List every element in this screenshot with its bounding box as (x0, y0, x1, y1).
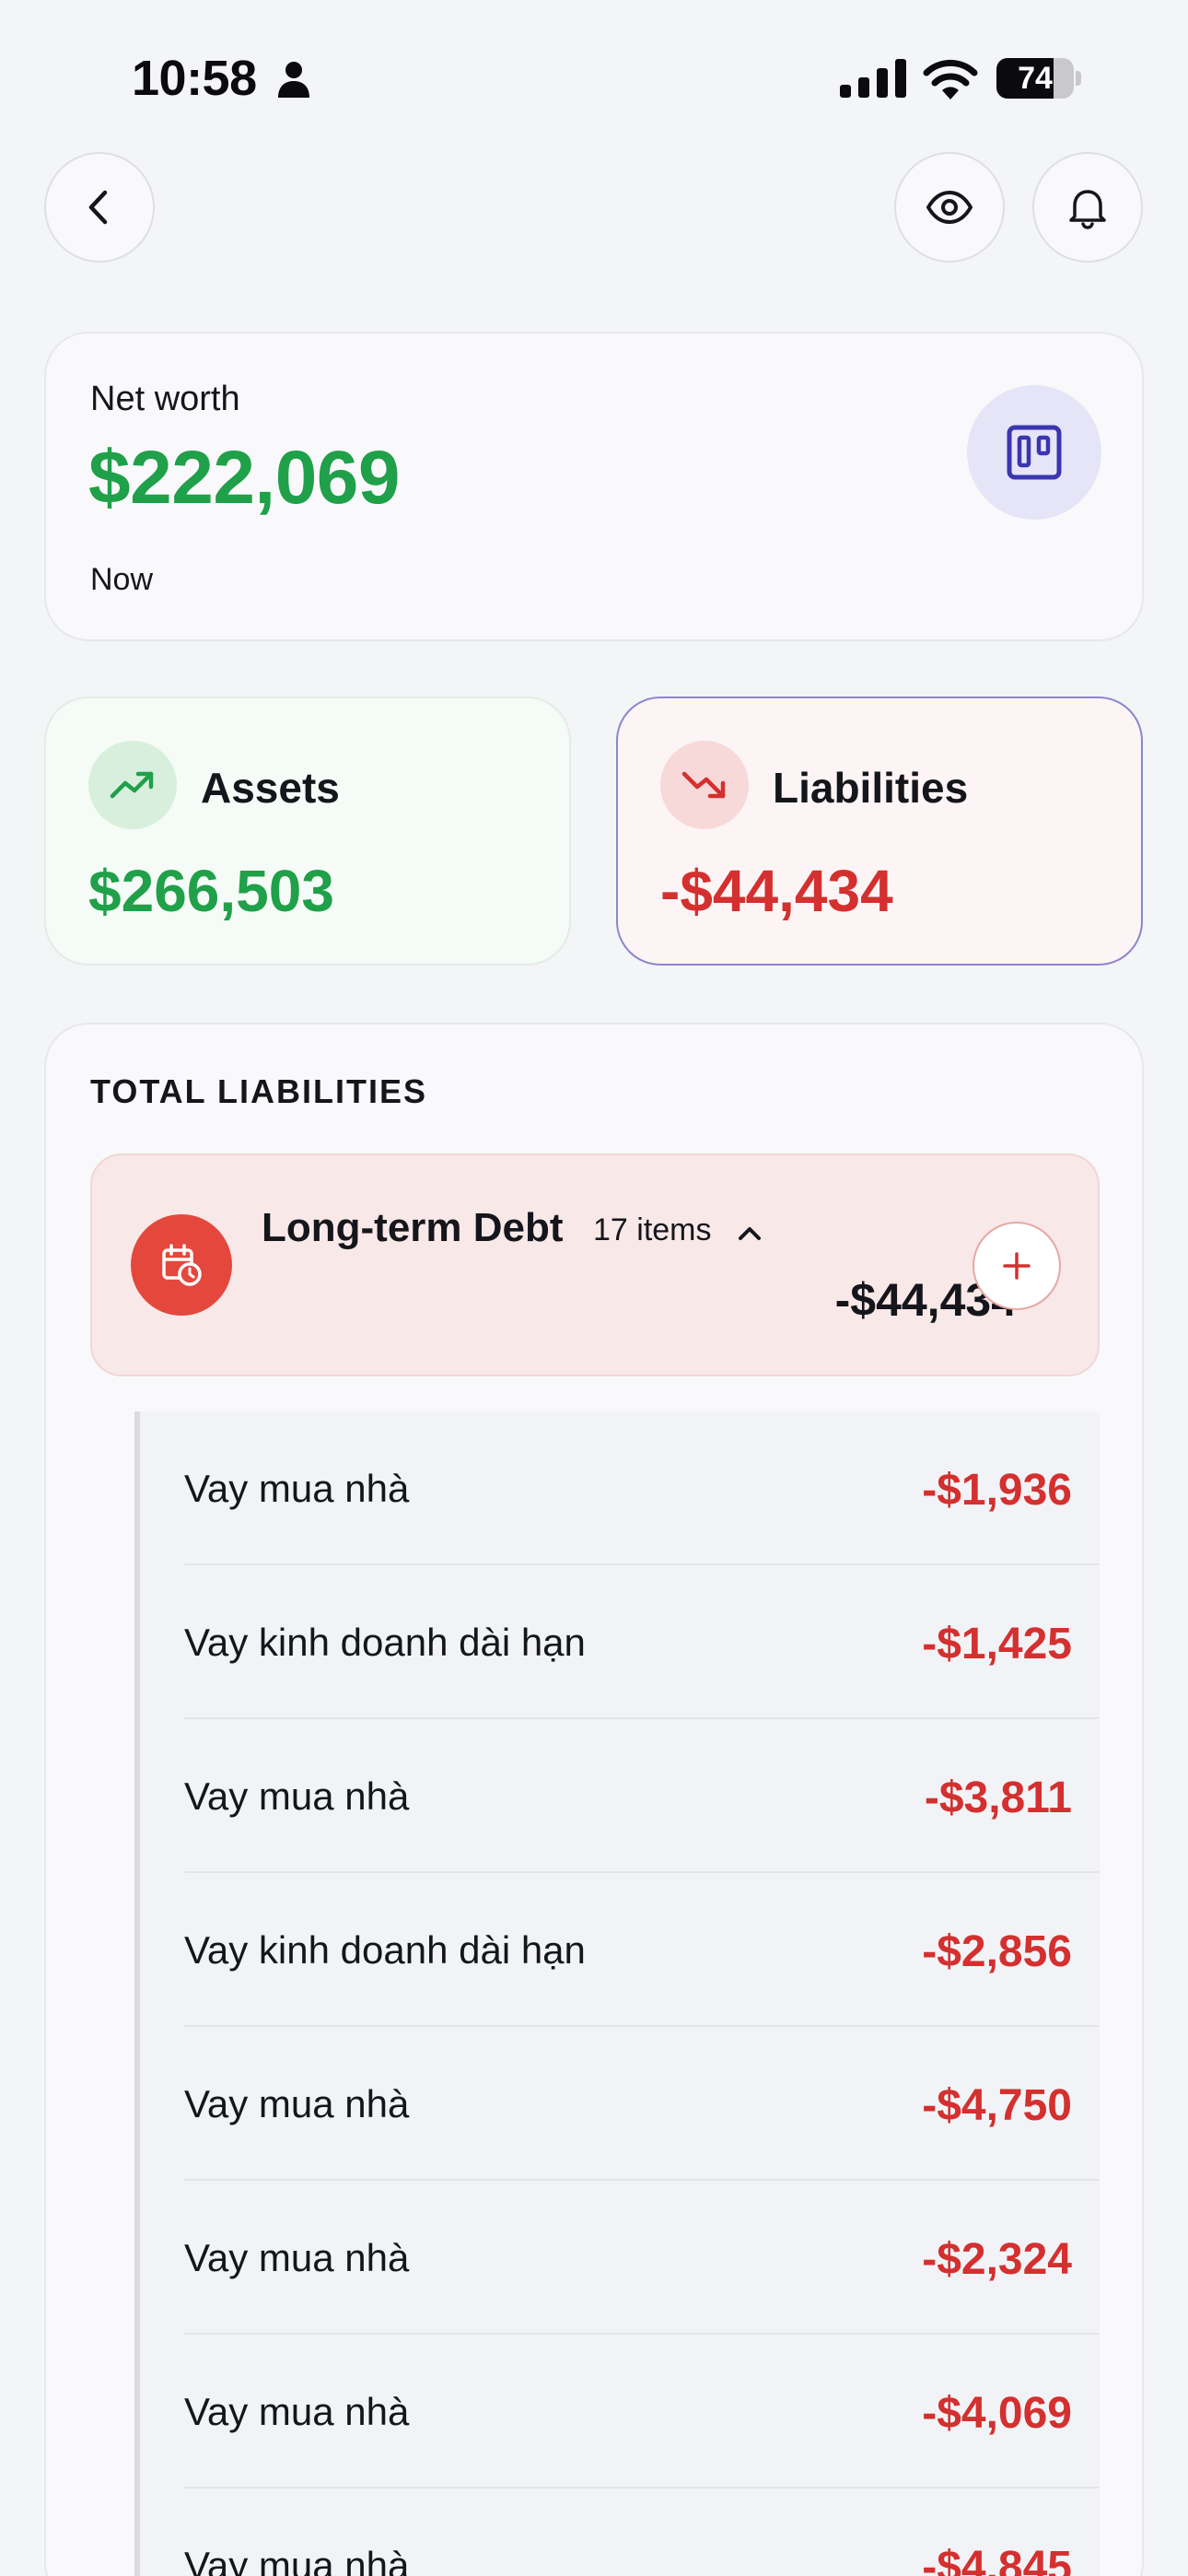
notifications-button[interactable] (1032, 152, 1143, 263)
item-amount: -$2,324 (922, 2235, 1072, 2284)
liability-items-list: Vay mua nhà -$1,936 Vay kinh doanh dài h… (134, 1411, 1100, 2576)
item-amount: -$4,069 (922, 2389, 1072, 2438)
wifi-icon (923, 59, 978, 100)
item-amount: -$3,811 (924, 1774, 1072, 1822)
net-worth-label: Net worth (90, 380, 240, 418)
status-bar: 10:58 74 (0, 0, 1188, 147)
item-name: Vay kinh doanh dài hạn (184, 1928, 586, 1972)
battery-icon: 74 (996, 58, 1081, 99)
list-item[interactable]: Vay mua nhà -$1,936 (140, 1411, 1100, 1565)
item-name: Vay mua nhà (184, 2544, 410, 2576)
item-name: Vay mua nhà (184, 2082, 410, 2125)
chevron-up-icon[interactable] (731, 1214, 768, 1251)
board-icon (1007, 425, 1062, 480)
list-item[interactable]: Vay mua nhà -$4,750 (140, 2027, 1100, 2181)
assets-card[interactable]: Assets $266,503 (44, 697, 571, 966)
list-item[interactable]: Vay mua nhà -$4,845 (140, 2488, 1100, 2576)
assets-icon-badge (88, 741, 177, 829)
list-item[interactable]: Vay mua nhà -$2,324 (140, 2181, 1100, 2335)
net-worth-value: $222,069 (88, 436, 401, 520)
item-name: Vay mua nhà (184, 1467, 410, 1510)
item-amount: -$1,936 (922, 1466, 1072, 1515)
item-amount: -$1,425 (922, 1620, 1072, 1669)
trending-up-icon (110, 771, 154, 799)
toggle-visibility-button[interactable] (894, 152, 1005, 263)
long-term-debt-group-header[interactable]: Long-term Debt 17 items -$44,434 (90, 1153, 1100, 1376)
liabilities-value: -$44,434 (660, 858, 893, 924)
net-worth-timestamp: Now (90, 562, 154, 597)
item-name: Vay mua nhà (184, 2390, 410, 2433)
list-item[interactable]: Vay mua nhà -$4,069 (140, 2335, 1100, 2488)
list-item[interactable]: Vay mua nhà -$3,811 (140, 1719, 1100, 1873)
liabilities-label: Liabilities (773, 764, 969, 812)
bell-icon (1069, 190, 1106, 229)
back-chevron-icon (88, 190, 108, 225)
plus-icon (1003, 1252, 1031, 1280)
group-icon-badge (131, 1214, 232, 1316)
item-amount: -$2,856 (922, 1927, 1072, 1976)
group-name: Long-term Debt (262, 1205, 564, 1250)
net-worth-card[interactable]: Net worth $222,069 Now (44, 332, 1144, 641)
item-amount: -$4,845 (922, 2543, 1072, 2576)
board-view-button[interactable] (967, 385, 1101, 520)
total-liabilities-panel: TOTAL LIABILITIES Long-term Debt 17 item… (44, 1023, 1144, 2576)
trending-down-icon (681, 771, 726, 799)
status-time: 10:58 (132, 51, 257, 106)
person-icon (278, 62, 309, 98)
assets-value: $266,503 (88, 858, 334, 924)
eye-icon (926, 191, 973, 224)
liabilities-card[interactable]: Liabilities -$44,434 (616, 697, 1143, 966)
liabilities-icon-badge (660, 741, 749, 829)
item-name: Vay kinh doanh dài hạn (184, 1621, 586, 1664)
back-button[interactable] (44, 152, 155, 263)
item-name: Vay mua nhà (184, 2236, 410, 2279)
list-item[interactable]: Vay kinh doanh dài hạn -$2,856 (140, 1873, 1100, 2027)
item-name: Vay mua nhà (184, 1774, 410, 1818)
signal-icon (840, 59, 906, 98)
add-liability-button[interactable] (973, 1222, 1061, 1310)
calendar-clock-icon (162, 1244, 202, 1286)
group-item-count: 17 items (593, 1212, 712, 1247)
panel-title: TOTAL LIABILITIES (90, 1072, 427, 1110)
list-item[interactable]: Vay kinh doanh dài hạn -$1,425 (140, 1565, 1100, 1719)
assets-label: Assets (201, 764, 340, 812)
net-worth-screen: 10:58 74 Net worth $222,069 Now Assets $… (0, 0, 1188, 2576)
item-amount: -$4,750 (922, 2081, 1072, 2130)
battery-level: 74 (1018, 61, 1053, 96)
